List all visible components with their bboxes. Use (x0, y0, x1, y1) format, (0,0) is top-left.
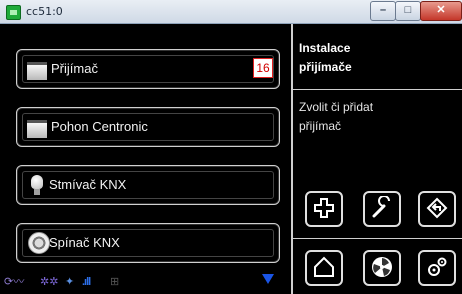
bulb-icon (31, 175, 43, 195)
device-list: Přijímač 16 Pohon Centronic Stmívač KNX … (0, 24, 291, 294)
bottom-divider (293, 238, 462, 239)
tool-button[interactable] (363, 191, 401, 227)
back-button[interactable] (418, 191, 456, 227)
device-item-spinac-knx[interactable]: Spínač KNX (16, 223, 280, 263)
home-button[interactable] (305, 250, 343, 286)
switch-icon (28, 232, 50, 254)
side-desc-line: přijímač (299, 119, 342, 133)
title-bar[interactable]: cc51:0 – □ ✕ (0, 0, 462, 24)
side-divider (293, 89, 462, 90)
back-icon (426, 197, 448, 219)
add-icon (314, 198, 334, 218)
link-icon: ⟳〰 (4, 276, 25, 288)
device-label: Pohon Centronic (51, 119, 148, 134)
add-button[interactable] (305, 191, 343, 227)
app-icon (6, 5, 21, 20)
device-label: Stmívač KNX (49, 177, 127, 192)
fan-icon (372, 257, 392, 277)
signal-icon: .ıll (82, 276, 91, 288)
settings-icon (428, 257, 447, 276)
wrench-icon (372, 196, 390, 218)
device-label: Spínač KNX (49, 235, 120, 250)
side-panel: Instalace přijímače Zvolit či přidat při… (293, 24, 462, 294)
antenna-icon: ✦ (65, 276, 75, 288)
blind-icon (27, 120, 47, 138)
maximize-button[interactable]: □ (395, 1, 421, 21)
window-title: cc51:0 (26, 5, 63, 18)
blind-icon (27, 62, 47, 80)
home-icon (314, 256, 334, 277)
side-desc-line: Zvolit či přidat (299, 100, 374, 114)
count-badge: 16 (253, 58, 273, 78)
side-description: Zvolit či přidat přijímač (299, 98, 457, 136)
device-item-pohon-centronic[interactable]: Pohon Centronic (16, 107, 280, 147)
device-item-prijimac[interactable]: Přijímač 16 (16, 49, 280, 89)
side-title-line: Instalace (299, 41, 351, 55)
status-bar: ⟳〰 ✲✲ ✦ .ıll ⊞ (0, 270, 291, 294)
fan-button[interactable] (363, 250, 401, 286)
minimize-button[interactable]: – (370, 1, 396, 21)
app-window: cc51:0 – □ ✕ Přijímač 16 Pohon Centronic… (0, 0, 462, 294)
network-icon: ✲✲ (40, 276, 59, 288)
settings-button[interactable] (418, 250, 456, 286)
side-title-line: přijímače (299, 60, 352, 74)
device-label: Přijímač (51, 61, 98, 76)
device-item-stmivac-knx[interactable]: Stmívač KNX (16, 165, 280, 205)
side-title: Instalace přijímače (299, 39, 449, 77)
close-button[interactable]: ✕ (420, 1, 462, 21)
lan-icon: ⊞ (110, 276, 120, 288)
scroll-down-icon[interactable] (262, 274, 274, 284)
